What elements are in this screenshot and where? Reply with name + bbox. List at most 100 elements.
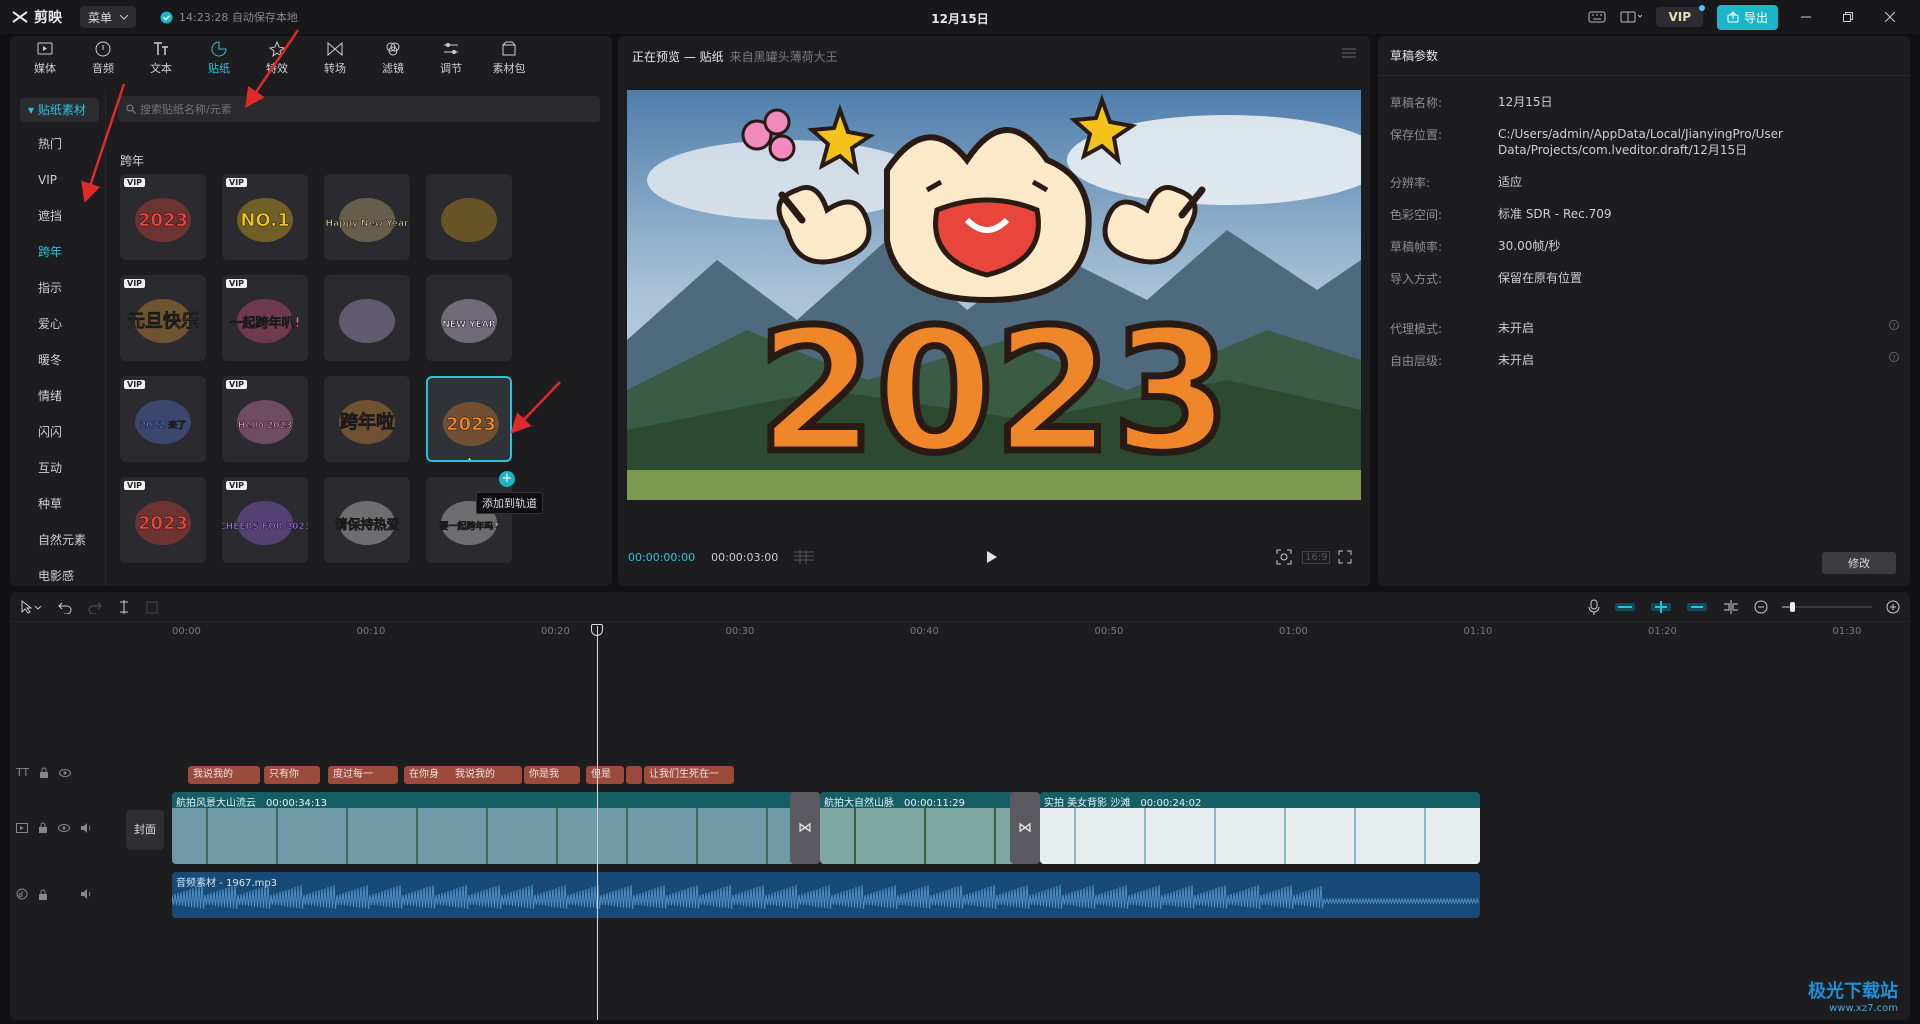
text-clip[interactable]: 你是我 <box>524 766 580 784</box>
delete-icon[interactable] <box>146 600 158 614</box>
sticker-tile[interactable] <box>324 275 410 361</box>
sidebar-header[interactable]: ▾ 贴纸素材 <box>20 98 99 122</box>
close-icon[interactable] <box>1876 12 1904 22</box>
sticker-tile[interactable]: 跨年啦 <box>324 376 410 462</box>
aspect-ratio[interactable]: 16:9 <box>1302 550 1331 564</box>
sidebar-item[interactable]: 暖冬 <box>10 342 105 378</box>
tab-media[interactable]: 媒体 <box>16 36 74 80</box>
tab-text[interactable]: 文本 <box>132 36 190 80</box>
sticker-tile[interactable]: Hello 2023 VIP <box>222 376 308 462</box>
text-clip[interactable]: 只有你 <box>264 766 320 784</box>
tab-audio[interactable]: 音频 <box>74 36 132 80</box>
search-input[interactable] <box>140 102 580 116</box>
transition-marker[interactable]: ⋈ <box>1010 792 1040 864</box>
minimize-icon[interactable] <box>1792 12 1820 22</box>
add-to-track-button[interactable]: + <box>499 471 515 487</box>
text-clip[interactable]: 我说我的 <box>450 766 522 784</box>
sticker-tile[interactable]: 请保持热爱 <box>324 477 410 563</box>
sidebar-item[interactable]: 爱心 <box>10 306 105 342</box>
main-track-magnet-icon[interactable] <box>1614 600 1636 614</box>
tab-sticker[interactable]: 贴纸 <box>190 36 248 80</box>
vip-badge[interactable]: VIP <box>1656 5 1705 27</box>
zoom-out-icon[interactable] <box>1754 600 1768 614</box>
sticker-tile[interactable]: 2023 <box>426 376 512 462</box>
property-label: 分辨率: <box>1390 176 1431 190</box>
lock-icon[interactable] <box>38 889 48 900</box>
sticker-tile[interactable]: 2022 来了 VIP <box>120 376 206 462</box>
undo-icon[interactable] <box>58 600 72 614</box>
sidebar-item[interactable]: 遮挡 <box>10 198 105 234</box>
video-clip[interactable]: 航拍大自然山脉 00:00:11:29 <box>820 792 1020 864</box>
text-clip[interactable]: 但是 <box>586 766 624 784</box>
sticker-tile[interactable]: 一起跨年叭! VIP <box>222 275 308 361</box>
text-clip[interactable]: 我说我的 <box>188 766 260 784</box>
lock-icon[interactable] <box>39 767 49 778</box>
sticker-tile[interactable] <box>426 174 512 260</box>
hamburger-menu-icon[interactable] <box>1342 48 1356 58</box>
eye-icon[interactable] <box>59 768 72 777</box>
text-clip[interactable]: 让我们生死在一 <box>644 766 734 784</box>
list-view-icon[interactable] <box>794 550 815 564</box>
tab-adjust[interactable]: 调节 <box>422 36 480 80</box>
sticker-tile[interactable]: NEW YEAR <box>426 275 512 361</box>
play-icon[interactable] <box>986 550 998 564</box>
sidebar-item[interactable]: 情绪 <box>10 378 105 414</box>
menu-button[interactable]: 菜单 <box>80 6 137 28</box>
cover-button[interactable]: 封面 <box>126 810 164 850</box>
sticker-tile[interactable]: 2023 VIP <box>120 174 206 260</box>
preview-canvas[interactable]: 2023 <box>627 90 1361 500</box>
speaker-icon[interactable] <box>80 822 92 833</box>
sticker-tile[interactable]: CHEERS FOR 2023 VIP <box>222 477 308 563</box>
tab-effects[interactable]: 特效 <box>248 36 306 80</box>
speaker-icon[interactable] <box>80 889 92 899</box>
select-cursor-icon[interactable] <box>20 599 42 614</box>
modify-button[interactable]: 修改 <box>1822 552 1896 574</box>
text-clip[interactable] <box>626 766 642 784</box>
sidebar-item[interactable]: 闪闪 <box>10 414 105 450</box>
time-ruler[interactable]: 00:00 00:10 00:20 00:30 00:40 00:50 01:00 01:10… <box>10 622 1910 642</box>
lock-icon[interactable] <box>38 822 48 833</box>
sidebar-item[interactable]: 热门 <box>10 126 105 162</box>
sticker-tile[interactable]: NO.1 VIP <box>222 174 308 260</box>
preview-axis-icon[interactable] <box>1722 600 1740 614</box>
sticker-tile[interactable]: 要一起跨年吗? <box>426 477 512 563</box>
linkage-icon[interactable] <box>1686 600 1708 614</box>
playhead[interactable] <box>597 626 598 1020</box>
restore-icon[interactable] <box>1834 12 1862 22</box>
keyboard-icon[interactable] <box>1588 11 1606 23</box>
help-icon[interactable]: ? <box>1889 352 1899 362</box>
transition-marker[interactable]: ⋈ <box>790 792 820 864</box>
text-clip[interactable]: 度过每一 <box>328 766 398 784</box>
sticker-tile[interactable]: 元旦快乐 VIP <box>120 275 206 361</box>
export-button[interactable]: 导出 <box>1716 4 1778 30</box>
tab-package[interactable]: 素材包 <box>480 36 538 80</box>
layout-icon[interactable] <box>1620 11 1643 23</box>
zoom-in-icon[interactable] <box>1886 600 1900 614</box>
eye-icon[interactable] <box>58 823 70 832</box>
screenshot-icon[interactable] <box>1276 549 1292 565</box>
sticker-tile[interactable]: Happy New Year <box>324 174 410 260</box>
auto-snap-icon[interactable] <box>1650 600 1672 614</box>
audio-clip[interactable]: 音频素材 - 1967.mp3 <box>172 872 1480 918</box>
text-clip[interactable]: 在你身 <box>404 766 454 784</box>
microphone-icon[interactable] <box>1588 599 1600 615</box>
help-icon[interactable]: ? <box>1889 320 1899 330</box>
sidebar-item[interactable]: VIP <box>10 162 105 198</box>
video-clip[interactable]: 实拍 美女背影 沙滩 00:00:24:02 <box>1040 792 1480 864</box>
sidebar-item[interactable]: 互动 <box>10 450 105 486</box>
tab-filter[interactable]: 滤镜 <box>364 36 422 80</box>
video-clip[interactable]: 航拍风景大山流云 00:00:34:13 <box>172 792 800 864</box>
sidebar-item[interactable]: 种草 <box>10 486 105 522</box>
sidebar-item[interactable]: 跨年 <box>10 234 105 270</box>
fullscreen-icon[interactable] <box>1338 550 1352 564</box>
sidebar-item[interactable]: 自然元素 <box>10 522 105 558</box>
sticker-tile[interactable]: 2023 VIP <box>120 477 206 563</box>
redo-icon[interactable] <box>88 600 102 614</box>
split-icon[interactable] <box>118 599 130 614</box>
sidebar-item[interactable]: 指示 <box>10 270 105 306</box>
ruler-tick: 00:00 <box>172 626 201 637</box>
sidebar-item[interactable]: 电影感 <box>10 558 105 594</box>
search-box[interactable] <box>118 96 600 122</box>
tab-transition[interactable]: 转场 <box>306 36 364 80</box>
zoom-slider[interactable] <box>1782 600 1872 614</box>
